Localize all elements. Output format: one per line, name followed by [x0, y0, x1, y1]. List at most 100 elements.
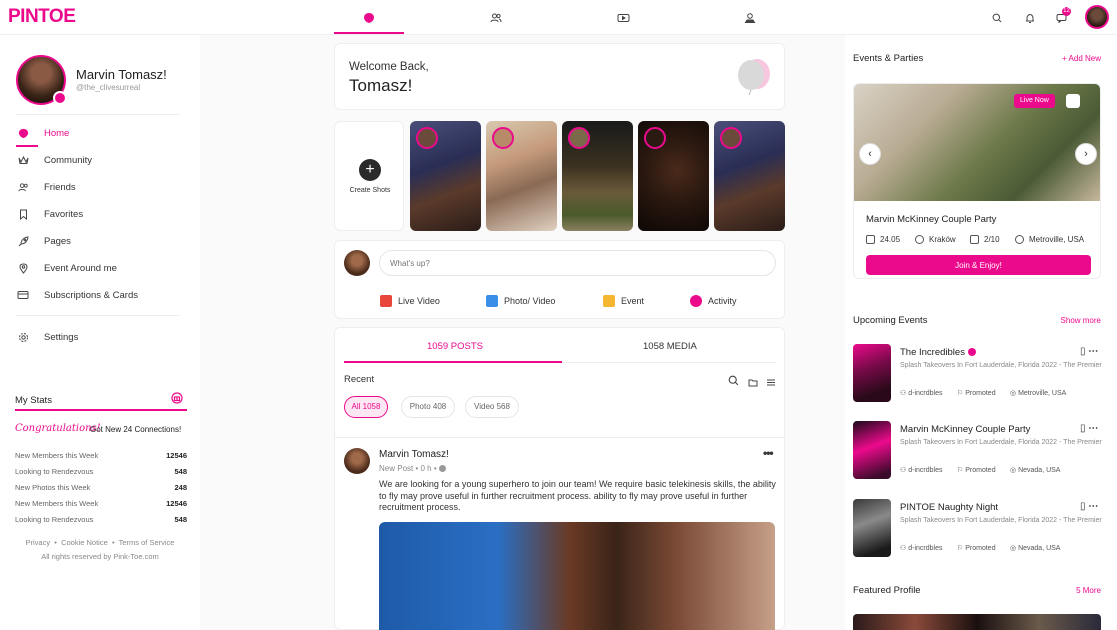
terms-link[interactable]: Terms of Service: [119, 538, 175, 547]
sidebar-item-label: Settings: [44, 331, 79, 343]
event-promoted-text: Promoted: [965, 467, 996, 474]
featured-profiles-strip[interactable]: [853, 614, 1101, 630]
event-description: Splash Takeovers In Fort Lauderdale, Flo…: [900, 517, 1102, 524]
event-button[interactable]: Event: [603, 295, 644, 307]
more-options-icon[interactable]: ⋯: [1088, 501, 1098, 512]
filter-chip-video[interactable]: Video 568: [465, 396, 519, 418]
brand-logo[interactable]: PINTOE: [8, 6, 76, 28]
upcoming-event-item[interactable]: The Incredibles ▯ ⋯ Splash Takeovers In …: [853, 344, 1111, 404]
upcoming-event-item[interactable]: Marvin McKinney Couple Party ▯ ⋯ Splash …: [853, 421, 1111, 481]
stat-row: New Members this Week 12546: [15, 499, 187, 508]
user-avatar-top[interactable]: [1085, 5, 1109, 29]
plus-icon: +: [359, 159, 381, 181]
sidebar-item-label: Favorites: [44, 208, 84, 220]
event-date: 24.05: [866, 235, 900, 244]
filter-chip-photo[interactable]: Photo 408: [401, 396, 455, 418]
event-actions[interactable]: ▯ ⋯: [1080, 501, 1098, 512]
tab-media[interactable]: 1058 MEDIA: [643, 341, 697, 352]
upcoming-event-item[interactable]: PINTOE Naughty Night ▯ ⋯ Splash Takeover…: [853, 499, 1111, 559]
event-location: ◎ Nevada, USA: [1010, 545, 1061, 552]
event-city: Kraków: [915, 235, 956, 244]
event-thumbnail: [853, 344, 891, 402]
crown-icon: [16, 153, 30, 167]
tab-posts[interactable]: 1059 POSTS: [427, 341, 483, 352]
search-icon[interactable]: [988, 9, 1006, 27]
stat-row: New Members this Week 12546: [15, 451, 187, 460]
event-location-text: Nevada, USA: [1018, 467, 1061, 474]
home-icon: [16, 126, 30, 140]
bell-icon[interactable]: [1021, 9, 1039, 27]
sidebar-item-settings[interactable]: Settings: [16, 326, 180, 348]
story-avatar: [492, 127, 514, 149]
bookmark-icon[interactable]: [1066, 94, 1080, 108]
event-name: Marvin McKinney Couple Party: [866, 214, 997, 225]
sidebar-item-favorites[interactable]: Favorites: [16, 203, 180, 225]
photo-video-button[interactable]: Photo/ Video: [486, 295, 555, 307]
nav-events-icon[interactable]: [740, 8, 760, 28]
gear-icon: [16, 330, 30, 344]
add-new-event-link[interactable]: + Add New: [1062, 54, 1101, 63]
post-author-avatar[interactable]: [344, 448, 370, 474]
search-icon[interactable]: [728, 373, 739, 391]
sidebar-item-pages[interactable]: Pages: [16, 230, 180, 252]
stat-label: New Members this Week: [15, 499, 99, 508]
heart-icon: [690, 295, 702, 307]
stat-value: 12546: [166, 499, 187, 508]
post-meta-text: New Post • 0 h •: [379, 464, 437, 473]
folder-icon[interactable]: [748, 374, 758, 392]
nav-home-icon[interactable]: [359, 8, 379, 28]
sidebar-item-home[interactable]: Home: [16, 122, 180, 144]
sidebar-item-label: Friends: [44, 181, 76, 193]
story-card[interactable]: [410, 121, 481, 231]
event-actions[interactable]: ▯ ⋯: [1080, 423, 1098, 434]
list-icon[interactable]: [766, 374, 776, 392]
welcome-card: Welcome Back, Tomasz!: [334, 43, 785, 110]
join-enjoy-button[interactable]: Join & Enjoy!: [866, 255, 1091, 275]
event-promoted-text: Promoted: [965, 545, 996, 552]
event-title: PINTOE Naughty Night: [900, 502, 999, 513]
stat-value: 248: [174, 483, 187, 492]
more-options-icon[interactable]: •••: [763, 446, 774, 460]
post-author-name[interactable]: Marvin Tomasz!: [379, 449, 449, 460]
sidebar-item-community[interactable]: Community: [16, 149, 180, 171]
event-card[interactable]: Live Now ‹ › Marvin McKinney Couple Part…: [853, 83, 1101, 279]
people-icon: [970, 235, 979, 244]
event-actions[interactable]: ▯ ⋯: [1080, 346, 1098, 357]
event-user-text: d-incrdbles: [908, 390, 943, 397]
more-options-icon[interactable]: ⋯: [1088, 346, 1098, 357]
story-card[interactable]: [562, 121, 633, 231]
nav-video-icon[interactable]: [613, 8, 633, 28]
story-card[interactable]: [486, 121, 557, 231]
action-label: Activity: [708, 296, 737, 306]
featured-more-link[interactable]: 5 More: [1076, 586, 1101, 595]
sidebar-item-label: Event Around me: [44, 262, 117, 274]
sidebar-item-subscriptions[interactable]: Subscriptions & Cards: [16, 284, 180, 306]
sidebar-item-label: Subscriptions & Cards: [44, 289, 138, 301]
event-thumbnail: [853, 499, 891, 557]
whats-up-input[interactable]: [379, 250, 776, 276]
profile-avatar[interactable]: [16, 55, 67, 105]
gift-icon[interactable]: [171, 391, 183, 404]
stat-value: 548: [174, 467, 187, 476]
sidebar-item-friends[interactable]: Friends: [16, 176, 180, 198]
tab-active-indicator: [344, 361, 562, 363]
nav-friends-icon[interactable]: [486, 8, 506, 28]
post-image[interactable]: [379, 522, 775, 630]
cookie-notice-link[interactable]: Cookie Notice: [61, 538, 108, 547]
event-description: Splash Takeovers In Fort Lauderdale, Flo…: [900, 439, 1102, 446]
create-shots-button[interactable]: + Create Shots: [334, 121, 404, 231]
story-card[interactable]: [714, 121, 785, 231]
privacy-link[interactable]: Privacy: [26, 538, 51, 547]
show-more-link[interactable]: Show more: [1061, 316, 1101, 325]
chevron-left-icon[interactable]: ‹: [859, 143, 881, 165]
more-options-icon[interactable]: ⋯: [1088, 423, 1098, 434]
activity-button[interactable]: Activity: [690, 295, 737, 307]
story-card[interactable]: [638, 121, 709, 231]
story-avatar: [568, 127, 590, 149]
chevron-right-icon[interactable]: ›: [1075, 143, 1097, 165]
sidebar-item-event-around-me[interactable]: Event Around me: [16, 257, 180, 279]
filter-chip-all[interactable]: All 1058: [344, 396, 388, 418]
tab-divider: [562, 362, 776, 363]
live-video-button[interactable]: Live Video: [380, 295, 440, 307]
event-user: ⚇ d-incrdbles: [900, 390, 943, 397]
